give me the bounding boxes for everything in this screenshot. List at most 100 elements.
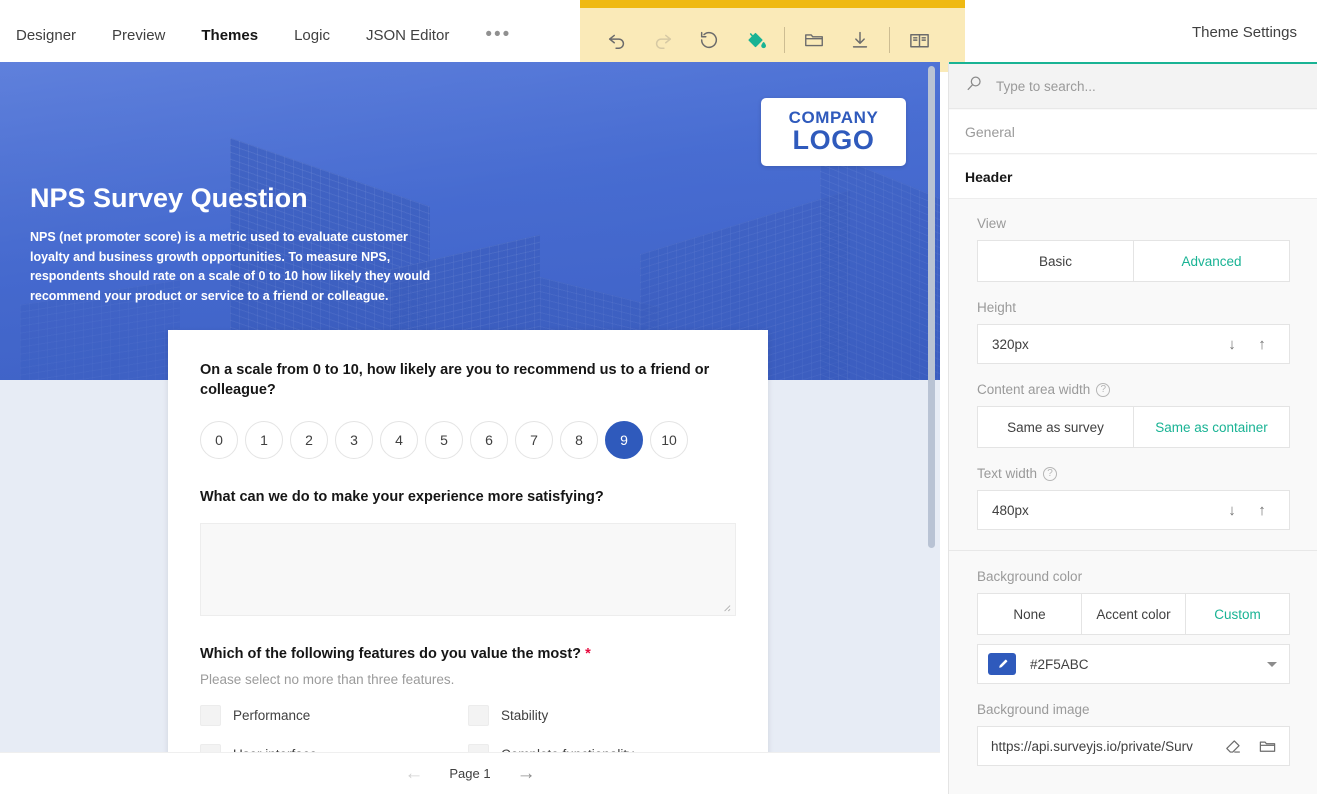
field-background-image-label: Background image [977, 702, 1290, 717]
rating-option-8[interactable]: 8 [560, 421, 598, 459]
tab-preview[interactable]: Preview [94, 0, 183, 70]
more-tabs-icon[interactable]: ••• [467, 0, 529, 70]
bg-color-option-custom[interactable]: Custom [1186, 594, 1289, 634]
toolbar-divider-1 [784, 27, 785, 53]
background-image-input[interactable]: https://api.surveyjs.io/private/Surv [977, 726, 1290, 766]
view-option-advanced[interactable]: Advanced [1134, 241, 1289, 281]
download-icon[interactable] [837, 17, 883, 63]
help-icon[interactable]: ? [1096, 383, 1110, 397]
field-view-label-text: View [977, 216, 1006, 231]
content-width-option-same-as-container[interactable]: Same as container [1134, 407, 1289, 447]
page-navigation: ← Page 1 → [0, 752, 940, 794]
next-page-icon[interactable]: → [517, 764, 536, 783]
search-icon [965, 74, 984, 98]
reset-icon[interactable] [686, 17, 732, 63]
logo-line-2: LOGO [793, 126, 875, 154]
checkbox-stability[interactable]: Stability [468, 705, 736, 726]
field-background-image-label-text: Background image [977, 702, 1090, 717]
view-button-group: Basic Advanced [977, 240, 1290, 282]
checkbox-box-icon[interactable] [200, 705, 221, 726]
undo-icon[interactable] [594, 17, 640, 63]
top-bar: Designer Preview Themes Logic JSON Edito… [0, 0, 1317, 70]
field-background-image: Background image https://api.surveyjs.io… [977, 702, 1290, 766]
folder-open-icon[interactable] [791, 17, 837, 63]
question-checkbox: Which of the following features do you v… [200, 644, 736, 765]
survey-description: NPS (net promoter score) is a metric use… [30, 228, 450, 306]
survey-preview: COMPANY LOGO NPS Survey Question NPS (ne… [0, 62, 940, 794]
field-text-width-label: Text width ? [977, 466, 1290, 481]
prev-page-icon[interactable]: ← [404, 764, 423, 783]
rating-option-3[interactable]: 3 [335, 421, 373, 459]
field-background-color-label: Background color [977, 569, 1290, 584]
background-color-picker[interactable]: #2F5ABC [977, 644, 1290, 684]
comment-textarea[interactable] [200, 523, 736, 616]
logo-line-1: COMPANY [789, 109, 879, 126]
text-width-value: 480px [992, 503, 1217, 518]
tab-logic[interactable]: Logic [276, 0, 348, 70]
field-view-label: View [977, 216, 1290, 231]
rating-option-9-selected[interactable]: 9 [605, 421, 643, 459]
height-decrement-icon[interactable]: ↓ [1217, 336, 1247, 353]
company-logo: COMPANY LOGO [761, 98, 906, 166]
chevron-down-icon[interactable] [1267, 662, 1277, 667]
background-color-button-group: None Accent color Custom [977, 593, 1290, 635]
panel-section-header[interactable]: Header [949, 155, 1317, 199]
checkbox-box-icon[interactable] [468, 705, 489, 726]
editor-tabs: Designer Preview Themes Logic JSON Edito… [0, 0, 529, 70]
tab-json-editor[interactable]: JSON Editor [348, 0, 467, 70]
rating-option-4[interactable]: 4 [380, 421, 418, 459]
color-swatch-eyedropper-icon[interactable] [988, 653, 1016, 675]
book-icon[interactable] [896, 17, 942, 63]
rating-option-7[interactable]: 7 [515, 421, 553, 459]
question-rating-title: On a scale from 0 to 10, how likely are … [200, 360, 736, 401]
field-height: Height 320px ↓ ↑ [977, 300, 1290, 364]
panel-body: View Basic Advanced Height 320px ↓ ↑ [949, 200, 1317, 794]
text-width-spinner[interactable]: 480px ↓ ↑ [977, 490, 1290, 530]
question-comment-title: What can we do to make your experience m… [200, 487, 736, 507]
height-spinner[interactable]: 320px ↓ ↑ [977, 324, 1290, 364]
checkbox-label: Stability [501, 708, 548, 723]
field-background-color-label-text: Background color [977, 569, 1082, 584]
rating-option-2[interactable]: 2 [290, 421, 328, 459]
text-width-increment-icon[interactable]: ↑ [1247, 502, 1277, 519]
text-width-decrement-icon[interactable]: ↓ [1217, 502, 1247, 519]
rating-option-10[interactable]: 10 [650, 421, 688, 459]
preview-scrollbar[interactable] [928, 62, 938, 794]
rating-option-1[interactable]: 1 [245, 421, 283, 459]
help-icon[interactable]: ? [1043, 467, 1057, 481]
rating-option-5[interactable]: 5 [425, 421, 463, 459]
tab-designer[interactable]: Designer [0, 0, 94, 70]
rating-option-0[interactable]: 0 [200, 421, 238, 459]
height-increment-icon[interactable]: ↑ [1247, 336, 1277, 353]
search-input[interactable] [996, 79, 1286, 94]
field-text-width-label-text: Text width [977, 466, 1037, 481]
view-option-basic[interactable]: Basic [978, 241, 1134, 281]
rating-scale: 0 1 2 3 4 5 6 7 8 9 10 [200, 421, 736, 459]
question-checkbox-title: Which of the following features do you v… [200, 644, 736, 664]
question-comment: What can we do to make your experience m… [200, 487, 736, 616]
checkbox-performance[interactable]: Performance [200, 705, 468, 726]
theme-settings-title: Theme Settings [1192, 24, 1297, 41]
field-background-color: Background color None Accent color Custo… [977, 569, 1290, 684]
tab-themes[interactable]: Themes [183, 0, 276, 70]
panel-section-general[interactable]: General [949, 110, 1317, 154]
clear-eraser-icon[interactable] [1221, 737, 1245, 756]
browse-folder-icon[interactable] [1255, 737, 1279, 756]
content-width-option-same-as-survey[interactable]: Same as survey [978, 407, 1134, 447]
bg-color-option-accent[interactable]: Accent color [1082, 594, 1186, 634]
panel-search-bar [949, 64, 1317, 109]
redo-icon [640, 17, 686, 63]
field-content-area-width-label-text: Content area width [977, 382, 1090, 397]
field-view: View Basic Advanced [977, 216, 1290, 282]
tab-json-editor-label: JSON Editor [366, 27, 449, 44]
bg-color-option-none[interactable]: None [978, 594, 1082, 634]
question-checkbox-description: Please select no more than three feature… [200, 672, 736, 687]
header-text-block: NPS Survey Question NPS (net promoter sc… [30, 182, 450, 306]
rating-option-6[interactable]: 6 [470, 421, 508, 459]
content-area-width-button-group: Same as survey Same as container [977, 406, 1290, 448]
resize-handle-icon[interactable] [720, 601, 732, 613]
panel-group-background: Background color None Accent color Custo… [949, 550, 1317, 766]
preview-scrollbar-thumb[interactable] [928, 66, 935, 548]
background-color-value: #2F5ABC [1030, 657, 1253, 672]
paint-bucket-icon[interactable] [732, 17, 778, 63]
